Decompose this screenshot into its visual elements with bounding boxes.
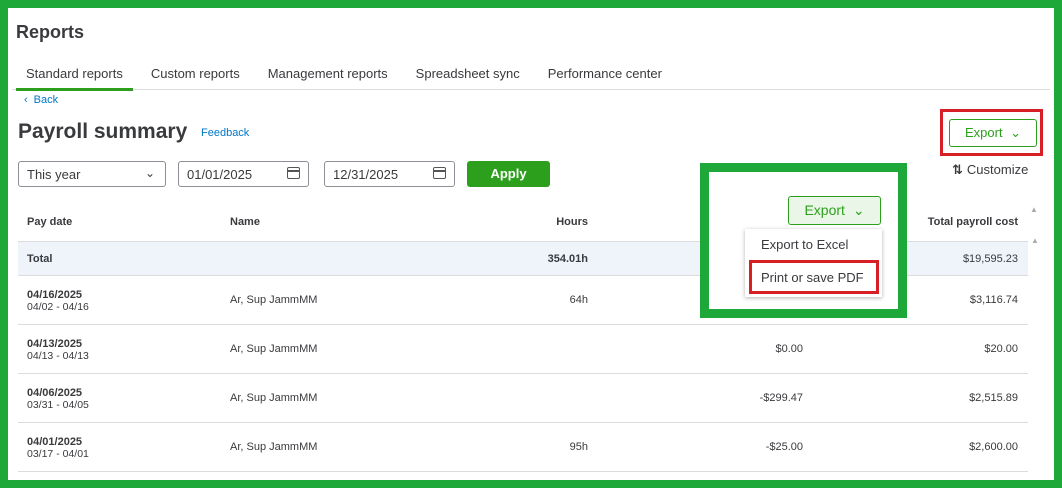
scroll-up-icon[interactable]: ▲ (1030, 205, 1038, 214)
tab-spreadsheet-sync[interactable]: Spreadsheet sync (402, 62, 534, 90)
total-hours: 354.01h (547, 253, 588, 265)
export-button-label: Export (964, 125, 1003, 140)
hours: 95h (569, 441, 588, 453)
col-total-payroll-cost[interactable]: Total payroll cost (928, 216, 1018, 228)
pay-date: 04/16/2025 (27, 289, 83, 301)
net-pay: $0.00 (775, 343, 803, 355)
chevron-down-icon: ⌄ (144, 166, 155, 180)
chevron-down-icon: ⌄ (1010, 125, 1022, 140)
export-dropdown-label: Export (804, 202, 845, 218)
end-date-field[interactable]: 12/31/2025 (324, 161, 455, 187)
back-link[interactable]: ‹ Back (24, 94, 64, 106)
total-cost: $19,595.23 (962, 253, 1018, 265)
tab-performance-center[interactable]: Performance center (534, 62, 676, 90)
col-name[interactable]: Name (230, 216, 260, 228)
end-date-value: 12/31/2025 (333, 167, 399, 182)
employee-name: Ar, Sup JammMM (230, 343, 318, 355)
pay-date: 04/06/2025 (27, 387, 83, 399)
col-pay-date[interactable]: Pay date (27, 216, 72, 228)
export-dropdown-button[interactable]: Export ⌄ (788, 196, 881, 225)
period-select[interactable]: This year ⌄ (18, 161, 166, 187)
back-label: Back (33, 94, 59, 106)
pay-date: 04/13/2025 (27, 338, 83, 350)
start-date-value: 01/01/2025 (187, 167, 253, 182)
total-payroll-cost: $20.00 (984, 343, 1018, 355)
net-pay: -$299.47 (759, 392, 803, 404)
pay-period: 04/02 - 04/16 (27, 301, 89, 313)
table-row[interactable]: 04/13/2025 04/13 - 04/13 Ar, Sup JammMM $… (18, 325, 1028, 374)
chevron-down-icon: ⌄ (852, 202, 865, 218)
report-title: Payroll summary (18, 120, 188, 143)
period-value: This year (27, 167, 81, 182)
net-pay: -$25.00 (765, 441, 803, 453)
tab-custom-reports[interactable]: Custom reports (137, 62, 254, 90)
scroll-thumb[interactable]: ▲ (1031, 236, 1039, 245)
employee-name: Ar, Sup JammMM (230, 441, 318, 453)
pay-period: 04/13 - 04/13 (27, 350, 89, 362)
total-payroll-cost: $3,116.74 (969, 294, 1018, 306)
feedback-link[interactable]: Feedback (201, 127, 249, 139)
tab-management-reports[interactable]: Management reports (254, 62, 402, 90)
customize-label: Customize (966, 162, 1029, 177)
start-date-field[interactable]: 01/01/2025 (178, 161, 309, 187)
table-row[interactable]: 04/06/2025 03/31 - 04/05 Ar, Sup JammMM -… (18, 374, 1028, 423)
total-payroll-cost: $2,600.00 (969, 441, 1018, 453)
apply-button[interactable]: Apply (467, 161, 550, 187)
tab-standard-reports[interactable]: Standard reports (12, 62, 137, 91)
sliders-icon: ⇅ (952, 162, 963, 177)
export-to-excel-item[interactable]: Export to Excel (761, 237, 848, 252)
calendar-icon[interactable] (433, 167, 446, 179)
page-title: Reports (16, 22, 85, 42)
highlight-box-pdf (749, 260, 879, 294)
pay-period: 03/17 - 04/01 (27, 448, 89, 460)
calendar-icon[interactable] (287, 167, 300, 179)
hours: 64h (569, 294, 588, 306)
pay-date: 04/01/2025 (27, 436, 83, 448)
total-label: Total (27, 253, 53, 265)
employee-name: Ar, Sup JammMM (230, 294, 318, 306)
employee-name: Ar, Sup JammMM (230, 392, 318, 404)
export-button[interactable]: Export ⌄ (949, 119, 1037, 147)
report-tabs: Standard reports Custom reports Manageme… (12, 62, 1050, 91)
col-hours[interactable]: Hours (556, 216, 588, 228)
pay-period: 03/31 - 04/05 (27, 399, 89, 411)
table-row[interactable]: 04/01/2025 03/17 - 04/01 Ar, Sup JammMM 9… (18, 423, 1028, 472)
customize-button[interactable]: ⇅ Customize (952, 162, 1028, 178)
chevron-left-icon: ‹ (24, 94, 28, 106)
total-payroll-cost: $2,515.89 (969, 392, 1018, 404)
